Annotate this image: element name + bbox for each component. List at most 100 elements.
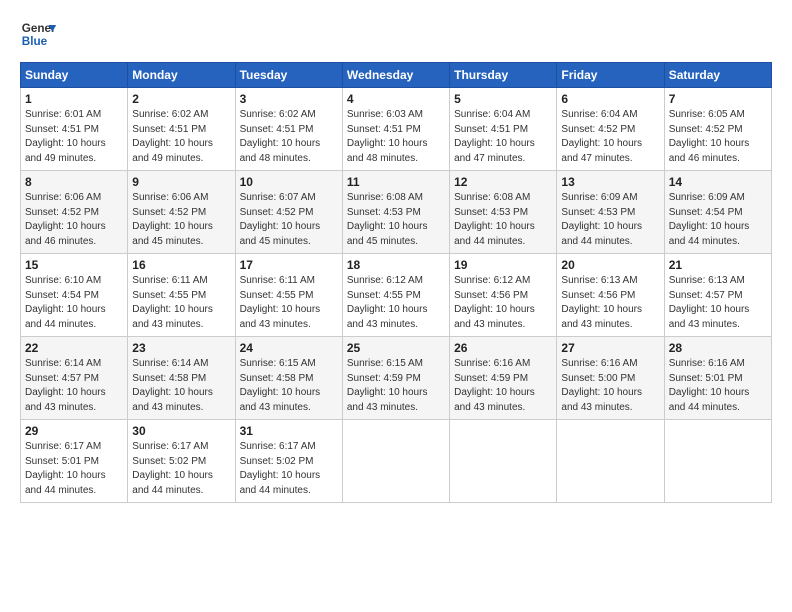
- day-info: Sunrise: 6:13 AM Sunset: 4:56 PM Dayligh…: [561, 274, 659, 332]
- day-info: Sunrise: 6:17 AM Sunset: 5:02 PM Dayligh…: [132, 440, 230, 498]
- day-info: Sunrise: 6:12 AM Sunset: 4:55 PM Dayligh…: [347, 274, 445, 332]
- day-info: Sunrise: 6:06 AM Sunset: 4:52 PM Dayligh…: [132, 191, 230, 249]
- calendar-cell: 9 Sunrise: 6:06 AM Sunset: 4:52 PM Daylig…: [128, 171, 235, 254]
- day-number: 10: [240, 175, 338, 189]
- day-number: 1: [25, 92, 123, 106]
- day-number: 14: [669, 175, 767, 189]
- day-info: Sunrise: 6:08 AM Sunset: 4:53 PM Dayligh…: [454, 191, 552, 249]
- day-number: 11: [347, 175, 445, 189]
- day-info: Sunrise: 6:02 AM Sunset: 4:51 PM Dayligh…: [240, 108, 338, 166]
- calendar-cell: 28 Sunrise: 6:16 AM Sunset: 5:01 PM Dayli…: [664, 337, 771, 420]
- day-info: Sunrise: 6:09 AM Sunset: 4:54 PM Dayligh…: [669, 191, 767, 249]
- calendar-cell: 27 Sunrise: 6:16 AM Sunset: 5:00 PM Dayli…: [557, 337, 664, 420]
- calendar-cell: 8Sunrise: 6:06 AM Sunset: 4:52 PM Daylig…: [21, 171, 128, 254]
- calendar-cell: 7 Sunrise: 6:05 AM Sunset: 4:52 PM Daylig…: [664, 88, 771, 171]
- calendar-cell: 25 Sunrise: 6:15 AM Sunset: 4:59 PM Dayli…: [342, 337, 449, 420]
- day-number: 24: [240, 341, 338, 355]
- calendar-cell: 29 Sunrise: 6:17 AM Sunset: 5:01 PM Dayli…: [21, 420, 128, 503]
- day-header-tuesday: Tuesday: [235, 63, 342, 88]
- logo: General Blue: [20, 16, 56, 52]
- calendar-cell: 24 Sunrise: 6:15 AM Sunset: 4:58 PM Dayli…: [235, 337, 342, 420]
- day-number: 16: [132, 258, 230, 272]
- calendar-cell: [664, 420, 771, 503]
- calendar-cell: 23 Sunrise: 6:14 AM Sunset: 4:58 PM Dayli…: [128, 337, 235, 420]
- day-number: 7: [669, 92, 767, 106]
- calendar-cell: [557, 420, 664, 503]
- calendar-cell: 17 Sunrise: 6:11 AM Sunset: 4:55 PM Dayli…: [235, 254, 342, 337]
- day-info: Sunrise: 6:16 AM Sunset: 5:01 PM Dayligh…: [669, 357, 767, 415]
- day-header-thursday: Thursday: [450, 63, 557, 88]
- calendar-cell: [450, 420, 557, 503]
- calendar-cell: 21 Sunrise: 6:13 AM Sunset: 4:57 PM Dayli…: [664, 254, 771, 337]
- day-number: 29: [25, 424, 123, 438]
- day-info: Sunrise: 6:14 AM Sunset: 4:58 PM Dayligh…: [132, 357, 230, 415]
- day-header-saturday: Saturday: [664, 63, 771, 88]
- calendar-cell: 10 Sunrise: 6:07 AM Sunset: 4:52 PM Dayli…: [235, 171, 342, 254]
- calendar-cell: 30 Sunrise: 6:17 AM Sunset: 5:02 PM Dayli…: [128, 420, 235, 503]
- day-number: 15: [25, 258, 123, 272]
- day-number: 9: [132, 175, 230, 189]
- day-info: Sunrise: 6:17 AM Sunset: 5:01 PM Dayligh…: [25, 440, 123, 498]
- calendar-cell: 2 Sunrise: 6:02 AM Sunset: 4:51 PM Daylig…: [128, 88, 235, 171]
- day-info: Sunrise: 6:12 AM Sunset: 4:56 PM Dayligh…: [454, 274, 552, 332]
- day-info: Sunrise: 6:09 AM Sunset: 4:53 PM Dayligh…: [561, 191, 659, 249]
- day-number: 23: [132, 341, 230, 355]
- day-info: Sunrise: 6:16 AM Sunset: 4:59 PM Dayligh…: [454, 357, 552, 415]
- day-number: 26: [454, 341, 552, 355]
- day-info: Sunrise: 6:16 AM Sunset: 5:00 PM Dayligh…: [561, 357, 659, 415]
- day-info: Sunrise: 6:05 AM Sunset: 4:52 PM Dayligh…: [669, 108, 767, 166]
- day-number: 2: [132, 92, 230, 106]
- day-number: 28: [669, 341, 767, 355]
- calendar-cell: 22 Sunrise: 6:14 AM Sunset: 4:57 PM Dayli…: [21, 337, 128, 420]
- day-info: Sunrise: 6:14 AM Sunset: 4:57 PM Dayligh…: [25, 357, 123, 415]
- day-number: 25: [347, 341, 445, 355]
- day-number: 19: [454, 258, 552, 272]
- day-header-sunday: Sunday: [21, 63, 128, 88]
- day-header-monday: Monday: [128, 63, 235, 88]
- day-number: 13: [561, 175, 659, 189]
- day-info: Sunrise: 6:13 AM Sunset: 4:57 PM Dayligh…: [669, 274, 767, 332]
- day-info: Sunrise: 6:11 AM Sunset: 4:55 PM Dayligh…: [240, 274, 338, 332]
- day-info: Sunrise: 6:17 AM Sunset: 5:02 PM Dayligh…: [240, 440, 338, 498]
- day-header-wednesday: Wednesday: [342, 63, 449, 88]
- day-number: 18: [347, 258, 445, 272]
- day-info: Sunrise: 6:04 AM Sunset: 4:52 PM Dayligh…: [561, 108, 659, 166]
- day-info: Sunrise: 6:11 AM Sunset: 4:55 PM Dayligh…: [132, 274, 230, 332]
- day-info: Sunrise: 6:01 AM Sunset: 4:51 PM Dayligh…: [25, 108, 123, 166]
- day-number: 22: [25, 341, 123, 355]
- calendar-cell: 1 Sunrise: 6:01 AM Sunset: 4:51 PM Daylig…: [21, 88, 128, 171]
- calendar-table: SundayMondayTuesdayWednesdayThursdayFrid…: [20, 62, 772, 503]
- day-number: 3: [240, 92, 338, 106]
- calendar-cell: [342, 420, 449, 503]
- day-number: 4: [347, 92, 445, 106]
- day-info: Sunrise: 6:15 AM Sunset: 4:58 PM Dayligh…: [240, 357, 338, 415]
- calendar-cell: 20Sunrise: 6:13 AM Sunset: 4:56 PM Dayli…: [557, 254, 664, 337]
- svg-text:Blue: Blue: [22, 35, 48, 48]
- day-info: Sunrise: 6:07 AM Sunset: 4:52 PM Dayligh…: [240, 191, 338, 249]
- day-number: 31: [240, 424, 338, 438]
- day-number: 5: [454, 92, 552, 106]
- day-number: 30: [132, 424, 230, 438]
- calendar-cell: 26 Sunrise: 6:16 AM Sunset: 4:59 PM Dayli…: [450, 337, 557, 420]
- calendar-cell: 6Sunrise: 6:04 AM Sunset: 4:52 PM Daylig…: [557, 88, 664, 171]
- day-info: Sunrise: 6:08 AM Sunset: 4:53 PM Dayligh…: [347, 191, 445, 249]
- calendar-cell: 31 Sunrise: 6:17 AM Sunset: 5:02 PM Dayli…: [235, 420, 342, 503]
- day-info: Sunrise: 6:10 AM Sunset: 4:54 PM Dayligh…: [25, 274, 123, 332]
- calendar-cell: 11 Sunrise: 6:08 AM Sunset: 4:53 PM Dayli…: [342, 171, 449, 254]
- day-info: Sunrise: 6:06 AM Sunset: 4:52 PM Dayligh…: [25, 191, 123, 249]
- calendar-cell: 18 Sunrise: 6:12 AM Sunset: 4:55 PM Dayli…: [342, 254, 449, 337]
- calendar-cell: 12Sunrise: 6:08 AM Sunset: 4:53 PM Dayli…: [450, 171, 557, 254]
- day-number: 17: [240, 258, 338, 272]
- calendar-cell: 5Sunrise: 6:04 AM Sunset: 4:51 PM Daylig…: [450, 88, 557, 171]
- day-info: Sunrise: 6:02 AM Sunset: 4:51 PM Dayligh…: [132, 108, 230, 166]
- day-info: Sunrise: 6:03 AM Sunset: 4:51 PM Dayligh…: [347, 108, 445, 166]
- day-header-friday: Friday: [557, 63, 664, 88]
- day-number: 21: [669, 258, 767, 272]
- day-info: Sunrise: 6:15 AM Sunset: 4:59 PM Dayligh…: [347, 357, 445, 415]
- calendar-cell: 4 Sunrise: 6:03 AM Sunset: 4:51 PM Daylig…: [342, 88, 449, 171]
- calendar-cell: 14 Sunrise: 6:09 AM Sunset: 4:54 PM Dayli…: [664, 171, 771, 254]
- calendar-cell: 19 Sunrise: 6:12 AM Sunset: 4:56 PM Dayli…: [450, 254, 557, 337]
- calendar-cell: 15 Sunrise: 6:10 AM Sunset: 4:54 PM Dayli…: [21, 254, 128, 337]
- day-number: 27: [561, 341, 659, 355]
- calendar-cell: 16 Sunrise: 6:11 AM Sunset: 4:55 PM Dayli…: [128, 254, 235, 337]
